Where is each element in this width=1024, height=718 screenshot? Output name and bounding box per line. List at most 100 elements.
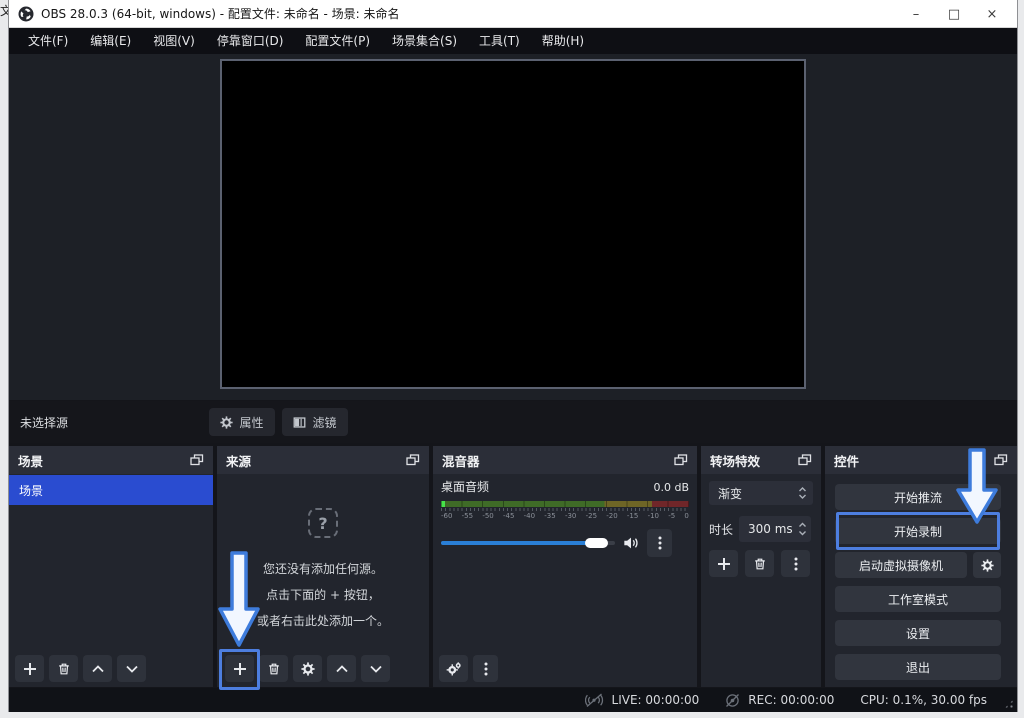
close-button[interactable]: × [973, 0, 1011, 28]
menu-help[interactable]: 帮助(H) [531, 28, 595, 54]
trash-icon [57, 662, 71, 676]
filter-icon [293, 416, 306, 429]
desktop: 文 OBS 28.0.3 (64-bit, windows) - 配置文件: 未… [0, 0, 1024, 718]
meter-ruler [441, 508, 689, 511]
audio-channel-name: 桌面音频 [441, 478, 489, 495]
transition-select[interactable]: 渐变 [709, 481, 813, 505]
transition-menu-button[interactable] [781, 550, 810, 577]
kebab-icon [658, 536, 662, 550]
obs-window: OBS 28.0.3 (64-bit, windows) - 配置文件: 未命名… [8, 0, 1018, 712]
gear-icon [301, 662, 315, 676]
empty-hint-line: 或者右击此处添加一个。 [257, 608, 389, 634]
source-properties-button[interactable] [293, 655, 322, 682]
mixer-menu-button[interactable] [473, 655, 498, 682]
record-inactive-icon [725, 693, 740, 708]
virtual-camera-settings-button[interactable] [973, 552, 1001, 578]
start-virtual-camera-button[interactable]: 启动虚拟摄像机 [835, 552, 967, 578]
spin-up-icon[interactable] [798, 522, 807, 528]
menu-edit[interactable]: 编辑(E) [79, 28, 142, 54]
menu-tools[interactable]: 工具(T) [468, 28, 531, 54]
popout-icon[interactable] [674, 454, 688, 466]
volume-meter [441, 501, 689, 507]
menu-file[interactable]: 文件(F) [17, 28, 79, 54]
scene-down-button[interactable] [117, 655, 146, 682]
obs-logo-icon [18, 6, 34, 22]
sources-dock-title: 来源 [226, 451, 406, 470]
add-transition-button[interactable] [709, 550, 738, 577]
mixer-dock-header[interactable]: 混音器 [433, 446, 697, 474]
empty-hint-line: 您还没有添加任何源。 [263, 556, 383, 582]
empty-hint-line: 点击下面的 + 按钮， [266, 582, 380, 608]
gear-icon [981, 559, 994, 572]
audio-mixer-dock: 混音器 桌面音频 0.0 dB -60-55-50 -45-4 [433, 446, 697, 687]
duration-label: 时长 [709, 521, 733, 538]
duration-spinbox[interactable]: 300 ms [739, 516, 811, 542]
filters-button[interactable]: 滤镜 [282, 408, 348, 436]
menu-view[interactable]: 视图(V) [142, 28, 206, 54]
scenes-dock-header[interactable]: 场景 [9, 446, 213, 474]
remove-transition-button[interactable] [745, 550, 774, 577]
mixer-channel-menu-button[interactable] [647, 529, 672, 557]
popout-icon[interactable] [190, 454, 204, 466]
duration-value: 300 ms [748, 522, 798, 536]
resize-grip-icon[interactable] [1004, 699, 1014, 709]
preview-area [9, 54, 1017, 400]
audio-channel-level: 0.0 dB [653, 481, 689, 494]
maximize-button[interactable]: □ [935, 0, 973, 28]
menu-profile[interactable]: 配置文件(P) [294, 28, 381, 54]
volume-slider-fill [441, 541, 594, 545]
plus-icon [23, 662, 37, 676]
advanced-audio-button[interactable] [439, 655, 468, 682]
speaker-icon[interactable] [623, 536, 639, 550]
dock-row: 场景 场景 [9, 446, 1017, 687]
mixer-toolbar [439, 655, 498, 682]
trash-icon [753, 557, 767, 571]
source-up-button[interactable] [327, 655, 356, 682]
transition-selected-value: 渐变 [718, 485, 798, 502]
question-mark-icon: ? [308, 508, 338, 538]
chevron-up-icon [335, 663, 349, 675]
annotation-arrow-add-source [218, 551, 260, 649]
remove-scene-button[interactable] [49, 655, 78, 682]
transitions-dock-header[interactable]: 转场特效 [701, 446, 821, 474]
menu-bar: 文件(F) 编辑(E) 视图(V) 停靠窗口(D) 配置文件(P) 场景集合(S… [9, 28, 1017, 54]
filters-label: 滤镜 [312, 414, 336, 431]
annotation-box-add-source [219, 649, 260, 690]
remove-source-button[interactable] [259, 655, 288, 682]
scene-name: 场景 [19, 482, 43, 499]
title-bar: OBS 28.0.3 (64-bit, windows) - 配置文件: 未命名… [9, 0, 1017, 28]
sources-dock-header[interactable]: 来源 [217, 446, 429, 474]
exit-button[interactable]: 退出 [835, 654, 1001, 680]
volume-slider[interactable] [441, 541, 615, 545]
preview-canvas[interactable] [220, 59, 806, 389]
scene-up-button[interactable] [83, 655, 112, 682]
transitions-dock-title: 转场特效 [710, 451, 798, 470]
scene-list-item[interactable]: 场景 [9, 475, 213, 505]
chevron-down-icon [369, 663, 383, 675]
double-gear-icon [446, 662, 462, 676]
add-scene-button[interactable] [15, 655, 44, 682]
minimize-button[interactable]: – [897, 0, 935, 28]
studio-mode-button[interactable]: 工作室模式 [835, 586, 1001, 612]
rec-time: REC: 00:00:00 [748, 693, 834, 707]
popout-icon[interactable] [798, 454, 812, 466]
cpu-fps-stats: CPU: 0.1%, 30.00 fps [860, 693, 987, 707]
source-down-button[interactable] [361, 655, 390, 682]
spin-down-icon[interactable] [798, 530, 807, 536]
popout-icon[interactable] [406, 454, 420, 466]
menu-scene-collection[interactable]: 场景集合(S) [381, 28, 468, 54]
kebab-icon [794, 557, 798, 571]
meter-tick-labels: -60-55-50 -45-40-35 -30-25-20 -15-10-5 0 [441, 512, 689, 520]
settings-button[interactable]: 设置 [835, 620, 1001, 646]
scenes-dock-title: 场景 [18, 451, 190, 470]
volume-slider-handle[interactable] [585, 538, 608, 548]
plus-icon [717, 557, 731, 571]
properties-button[interactable]: 属性 [209, 408, 275, 436]
no-source-selected-label: 未选择源 [20, 414, 68, 431]
annotation-arrow-start-recording [956, 448, 998, 526]
menu-docks[interactable]: 停靠窗口(D) [206, 28, 295, 54]
transitions-dock: 转场特效 渐变 时长 [701, 446, 821, 687]
stream-inactive-icon [585, 693, 604, 708]
live-time: LIVE: 00:00:00 [612, 693, 700, 707]
source-toolbar: 未选择源 属性 滤 [9, 401, 1017, 443]
